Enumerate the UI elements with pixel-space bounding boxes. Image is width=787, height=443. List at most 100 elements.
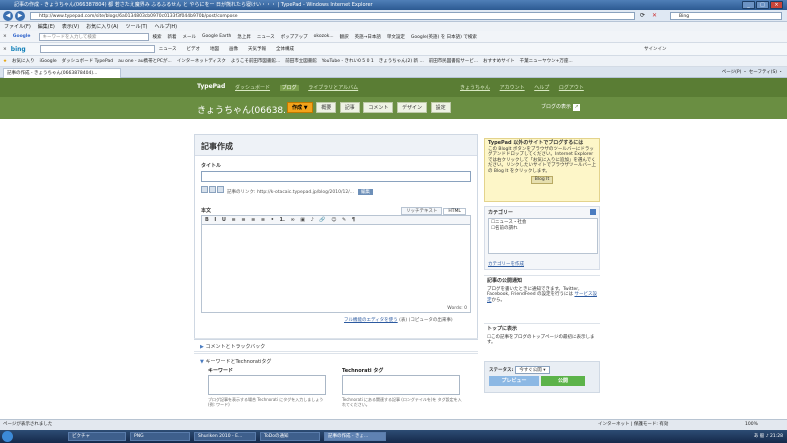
taskbar-item[interactable]: 記事の作成 - きょ... [324, 432, 386, 441]
category-item[interactable]: ☐名前の謂れ [491, 226, 595, 232]
favorite-link[interactable]: ようこそ前田市図書館... [231, 58, 280, 64]
favorite-link[interactable]: 前田市民図書館サービ... [429, 58, 478, 64]
menu-favorites[interactable]: お気に入り(A) [86, 23, 118, 30]
bullet-list-button[interactable]: • [271, 217, 274, 223]
title-input[interactable] [201, 171, 471, 182]
tab-create[interactable]: 作成 ▼ [287, 102, 313, 113]
numbered-list-button[interactable]: 1. [280, 217, 285, 223]
embed-button[interactable]: 🔗 [319, 217, 325, 223]
view-blog-link[interactable]: ブログの表示 ↗ [541, 103, 581, 111]
back-icon[interactable]: ◀ [3, 11, 13, 21]
blog-name[interactable]: きょうちゃん(06638... [197, 103, 292, 116]
tab-overview[interactable]: 概要 [316, 102, 337, 113]
google-item[interactable]: Google(英語) を 日本語) で検索 [411, 34, 477, 40]
tab-posts[interactable]: 記事 [339, 102, 360, 113]
typepad-logo[interactable]: TypePad [197, 83, 225, 90]
help-link[interactable]: ヘルプ [534, 85, 549, 91]
tab-design[interactable]: デザイン [397, 102, 428, 113]
favorite-link[interactable]: インターネットディスク [177, 58, 226, 64]
account-link[interactable]: アカウント [500, 85, 525, 91]
publish-button[interactable]: 公開 [541, 376, 585, 386]
maximize-button[interactable]: □ [756, 1, 769, 9]
link-button[interactable]: ∞ [291, 217, 295, 223]
user-link[interactable]: きょうちゃん [460, 85, 490, 91]
bing-item[interactable]: ニュース [159, 46, 177, 52]
zoom-level[interactable]: 100% [745, 420, 758, 430]
google-item[interactable]: メール [182, 34, 196, 40]
bing-item[interactable]: 全体構成 [276, 46, 294, 52]
blogit-button[interactable]: Blog It [531, 176, 553, 184]
menu-file[interactable]: ファイル(F) [4, 23, 31, 30]
favorite-link[interactable]: ダッシュボード TypePad [62, 58, 113, 64]
google-item[interactable]: 単文設定 [387, 34, 405, 40]
google-item[interactable]: 翻訳 [340, 34, 349, 40]
google-close-icon[interactable]: × [3, 34, 7, 39]
bing-item[interactable]: 画像 [229, 46, 238, 52]
favorite-link[interactable]: おすすめサイト [483, 58, 515, 64]
image-button[interactable]: ▣ [300, 217, 305, 223]
emoji-button[interactable]: ☺ [331, 217, 336, 223]
tab-comments[interactable]: コメント [363, 102, 394, 113]
tab-rich-text[interactable]: リッチテキスト [401, 207, 443, 215]
favorite-link[interactable]: きょうちゃん(2) 新 ... [379, 58, 424, 64]
taskbar-item[interactable]: ピクチャ [68, 432, 126, 441]
start-button[interactable] [2, 431, 13, 442]
google-item[interactable]: ポップアップ [281, 34, 308, 40]
preview-button[interactable]: プレビュー [489, 376, 539, 386]
bing-item[interactable]: 天気予報 [248, 46, 266, 52]
forward-icon[interactable]: ▶ [15, 11, 25, 21]
align-center-button[interactable]: ≡ [241, 217, 245, 223]
technorati-input[interactable] [342, 375, 460, 395]
favorites-star-icon[interactable]: ★ [3, 59, 7, 64]
taskbar-item[interactable]: ToDoの通知 [260, 432, 320, 441]
taskbar-item[interactable]: PNG [130, 432, 190, 441]
bing-item[interactable]: ビデオ [186, 46, 200, 52]
italic-button[interactable]: I [214, 217, 216, 223]
bing-item[interactable]: 地図 [210, 46, 219, 52]
tags-heading[interactable]: ▼ キーワードとTechnoratiタグ [200, 358, 271, 365]
nav-dashboard[interactable]: ダッシュボード [235, 85, 270, 91]
taskbar-item[interactable]: Shuriken 2010 - E... [194, 432, 256, 441]
body-editor[interactable]: Words: 0 [201, 225, 471, 313]
logout-link[interactable]: ログアウト [559, 85, 584, 91]
google-item[interactable]: 新着 [167, 34, 176, 40]
align-right-button[interactable]: ≡ [251, 217, 255, 223]
category-manage-link[interactable]: カテゴリーを作成 [488, 261, 524, 267]
favorites-label[interactable]: お気に入り [12, 58, 35, 64]
close-button[interactable]: × [770, 1, 783, 9]
full-editor-link[interactable]: フル機能のエディタを使う [344, 318, 398, 323]
google-item[interactable]: okozok... [314, 34, 334, 39]
google-item[interactable]: Google Earth [202, 34, 231, 39]
system-tray[interactable]: あ 般 ♪ 21:28 [754, 432, 783, 441]
menu-help[interactable]: ヘルプ(H) [154, 23, 177, 30]
tab-html[interactable]: HTML [443, 208, 466, 215]
refresh-icon[interactable]: ⟳ [640, 12, 645, 19]
google-search-input[interactable]: キーワードを入力して検索 [39, 32, 150, 41]
bing-signin[interactable]: サインイン [644, 46, 667, 52]
permalink-edit-button[interactable]: 編集 [358, 189, 374, 195]
favorite-link[interactable]: 千葉ニューヤウン+万座... [520, 58, 573, 64]
nav-blogs[interactable]: ブログ [279, 85, 299, 91]
google-item[interactable]: ニュース [257, 34, 275, 40]
favorite-link[interactable]: iGoogle [40, 59, 57, 64]
trackback-section[interactable]: ▶ コメントとトラックバック [194, 338, 478, 352]
minimize-button[interactable]: _ [742, 1, 755, 9]
bing-close-icon[interactable]: × [3, 47, 7, 52]
add-category-icon[interactable] [590, 209, 596, 215]
browser-tab[interactable]: 記事の作成 - きょうちゃん(0663878404)... [3, 68, 121, 78]
favorite-link[interactable]: YouTube - きれい0 5 0 1 [322, 58, 374, 64]
command-bar[interactable]: ページ(P) ・ セーフティ(S) ・ [722, 68, 783, 77]
nav-library[interactable]: ライブラリとアルバム [308, 85, 358, 91]
favorite-link[interactable]: au one - au携帯とPCが... [118, 58, 172, 64]
media-button[interactable]: ♪ [311, 217, 314, 223]
status-select[interactable]: 今すぐ公開 ▾ [515, 366, 550, 374]
stop-icon[interactable]: ✕ [652, 12, 657, 19]
underline-button[interactable]: U [222, 217, 226, 223]
google-item[interactable]: 英語→日本語 [355, 34, 381, 40]
keyword-input[interactable] [208, 375, 326, 395]
spellcheck-button[interactable]: ✎ [342, 217, 346, 223]
favorite-link[interactable]: 前田市立図書館 [285, 58, 317, 64]
url-field[interactable]: http://www.typepad.com/site/blogs/6a0134… [30, 12, 635, 20]
menu-edit[interactable]: 編集(E) [38, 23, 55, 30]
menu-tools[interactable]: ツール(T) [126, 23, 148, 30]
